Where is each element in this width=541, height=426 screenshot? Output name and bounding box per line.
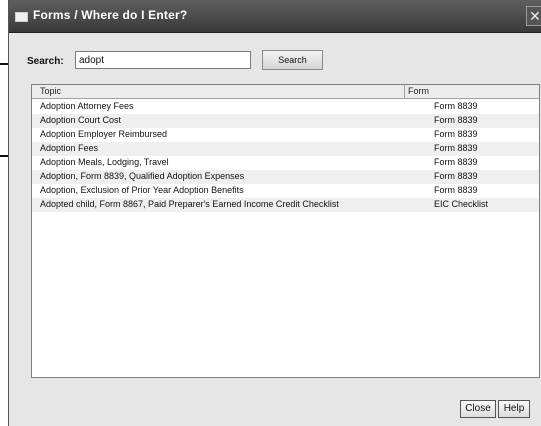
row-topic: Adopted child, Form 8867, Paid Preparer'…: [40, 199, 339, 209]
close-button[interactable]: Close: [460, 400, 496, 418]
table-row[interactable]: Adoption Fees Form 8839: [32, 142, 539, 156]
row-form: Form 8839: [434, 171, 478, 181]
table-header: Topic Form: [32, 85, 539, 99]
table-row[interactable]: Adoption, Form 8839, Qualified Adoption …: [32, 170, 539, 184]
row-topic: Adoption, Form 8839, Qualified Adoption …: [40, 171, 245, 181]
row-form: Form 8839: [434, 129, 478, 139]
row-topic: Adoption Employer Reimbursed: [40, 129, 168, 139]
title-bar[interactable]: Forms / Where do I Enter? ✕: [9, 0, 541, 33]
help-button[interactable]: Help: [498, 400, 530, 418]
table-row[interactable]: Adoption Employer Reimbursed Form 8839: [32, 128, 539, 142]
row-form: Form 8839: [434, 101, 478, 111]
table-row[interactable]: Adoption Meals, Lodging, Travel Form 883…: [32, 156, 539, 170]
row-form: EIC Checklist: [434, 199, 489, 209]
table-row[interactable]: Adoption Attorney Fees Form 8839: [32, 100, 539, 114]
table-row[interactable]: Adopted child, Form 8867, Paid Preparer'…: [32, 198, 539, 212]
column-header-topic[interactable]: Topic: [40, 85, 61, 98]
window-title: Forms / Where do I Enter?: [33, 8, 188, 22]
row-topic: Adoption Fees: [40, 143, 99, 153]
table-row[interactable]: Adoption Court Cost Form 8839: [32, 114, 539, 128]
results-table: Topic Form Adoption Attorney Fees Form 8…: [31, 84, 540, 378]
table-row[interactable]: Adoption, Exclusion of Prior Year Adopti…: [32, 184, 539, 198]
close-icon[interactable]: ✕: [526, 6, 541, 26]
row-form: Form 8839: [434, 143, 478, 153]
row-topic: Adoption, Exclusion of Prior Year Adopti…: [40, 185, 244, 195]
column-header-form[interactable]: Form: [408, 85, 429, 98]
search-input[interactable]: [75, 51, 251, 69]
row-topic: Adoption Meals, Lodging, Travel: [40, 157, 169, 167]
dialog-window: Forms / Where do I Enter? ✕ Search: Sear…: [8, 0, 541, 426]
row-form: Form 8839: [434, 115, 478, 125]
row-form: Form 8839: [434, 185, 478, 195]
window-icon: [15, 12, 28, 22]
row-topic: Adoption Attorney Fees: [40, 101, 134, 111]
row-form: Form 8839: [434, 157, 478, 167]
search-button[interactable]: Search: [262, 50, 323, 70]
column-divider[interactable]: [404, 85, 405, 98]
search-label: Search:: [27, 56, 64, 67]
row-topic: Adoption Court Cost: [40, 115, 122, 125]
